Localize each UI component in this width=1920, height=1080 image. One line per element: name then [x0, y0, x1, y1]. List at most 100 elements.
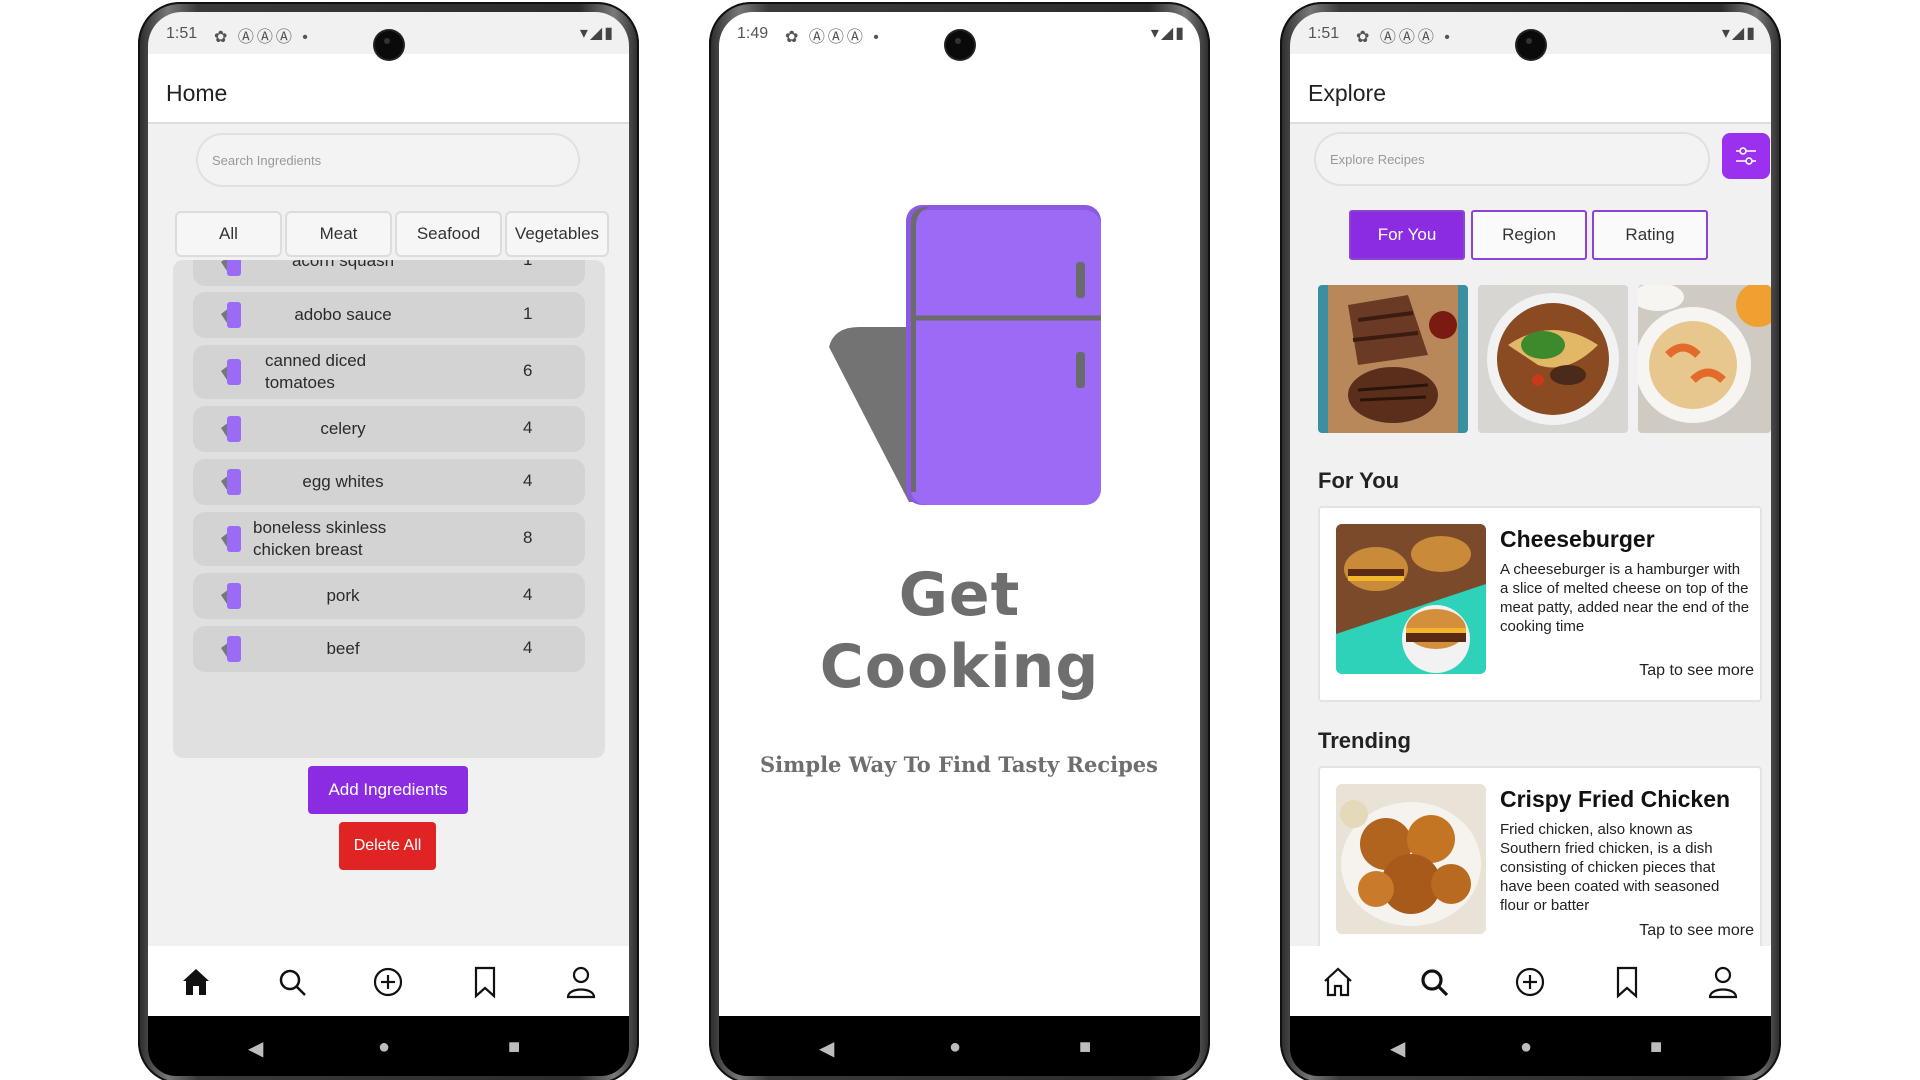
search-placeholder: Search Ingredients — [212, 152, 322, 168]
page-title: Explore — [1308, 80, 1386, 106]
item-qty: 8 — [523, 528, 533, 547]
tab-region[interactable]: Region — [1471, 210, 1587, 260]
item-qty: 4 — [523, 418, 533, 437]
home-icon[interactable] — [176, 962, 216, 1002]
recents-icon[interactable]: ■ — [508, 1036, 520, 1059]
home-circle-icon[interactable]: ● — [1520, 1036, 1532, 1059]
chip-label: Vegetables — [514, 224, 600, 243]
recipe-thumbnail-noodle-soup[interactable] — [1478, 285, 1628, 433]
bottom-nav — [148, 946, 629, 1018]
chip-seafood[interactable]: Seafood — [395, 211, 502, 257]
profile-icon[interactable] — [1703, 962, 1743, 1002]
front-camera — [374, 31, 403, 59]
item-name: boneless skinless chicken breast — [253, 518, 387, 559]
system-nav-bar: ◀ ● ■ — [148, 1016, 629, 1076]
recipe-card[interactable]: Cheeseburger A cheeseburger is a hamburg… — [1318, 506, 1762, 702]
item-name: beef — [326, 639, 360, 658]
splash-heading-line1: Get — [898, 560, 1021, 630]
ingredient-list[interactable]: acorn squash 1 adobo sauce 1 canned dice… — [173, 260, 605, 758]
recipe-description: Fried chicken, also known as Southern fr… — [1500, 821, 1720, 914]
list-item[interactable]: canned diced tomatoes 6 — [193, 345, 585, 399]
bookmark-icon[interactable] — [1607, 962, 1647, 1002]
fridge-icon — [221, 583, 241, 609]
delete-all-button[interactable]: Delete All — [339, 822, 436, 870]
item-qty: 6 — [523, 361, 533, 380]
fridge-icon — [221, 636, 241, 662]
system-nav-bar: ◀ ● ■ — [719, 1016, 1200, 1076]
section-title-trending: Trending — [1318, 728, 1411, 753]
list-item[interactable]: acorn squash 1 — [193, 260, 585, 286]
filter-button[interactable] — [1722, 133, 1770, 179]
list-item[interactable]: adobo sauce 1 — [193, 292, 585, 338]
see-more-link[interactable]: Tap to see more — [1639, 922, 1754, 940]
splash-screen: 1:49 ✿ ⒶⒶⒶ • ▾◢▮ Get Cooking Simple Way … — [719, 12, 1200, 1018]
fridge-icon — [221, 416, 241, 442]
add-ingredients-button[interactable]: Add Ingredients — [308, 766, 468, 814]
chip-meat[interactable]: Meat — [285, 211, 392, 257]
bookmark-icon[interactable] — [465, 962, 505, 1002]
status-notification-icons: ✿ ⒶⒶⒶ • — [214, 29, 311, 46]
add-circle-icon[interactable] — [368, 962, 408, 1002]
page-title: Home — [166, 80, 228, 106]
chip-label: Meat — [319, 224, 358, 243]
search-icon[interactable] — [1414, 962, 1454, 1002]
phone-explore: 1:51 ✿ ⒶⒶⒶ • ▾◢▮ Explore Explore Recipes… — [1280, 2, 1781, 1080]
section-title-for-you: For You — [1318, 468, 1400, 493]
item-qty: 4 — [523, 585, 533, 604]
fridge-icon — [221, 302, 241, 328]
back-icon[interactable]: ◀ — [819, 1036, 834, 1061]
add-circle-icon[interactable] — [1510, 962, 1550, 1002]
fridge-icon — [221, 359, 241, 385]
item-name: adobo sauce — [294, 305, 392, 324]
app-bar: Explore — [1290, 54, 1771, 124]
profile-icon[interactable] — [561, 962, 601, 1002]
explore-screen: 1:51 ✿ ⒶⒶⒶ • ▾◢▮ Explore Explore Recipes… — [1290, 12, 1771, 1018]
phone-home: 1:51 ✿ ⒶⒶⒶ • ▾◢▮ Home Search Ingredients… — [138, 2, 639, 1080]
list-item[interactable]: boneless skinless chicken breast 8 — [193, 512, 585, 566]
home-circle-icon[interactable]: ● — [378, 1036, 390, 1059]
item-name: acorn squash — [291, 260, 395, 270]
fridge-logo-icon — [829, 205, 1101, 505]
tab-label: Region — [1502, 225, 1556, 244]
chip-vegetables[interactable]: Vegetables — [505, 211, 609, 257]
list-item[interactable]: beef 4 — [193, 626, 585, 672]
see-more-link[interactable]: Tap to see more — [1639, 662, 1754, 680]
search-input[interactable]: Search Ingredients — [196, 133, 580, 187]
item-name: pork — [326, 586, 360, 605]
chip-all[interactable]: All — [175, 211, 282, 257]
fridge-icon — [221, 469, 241, 495]
home-screen: 1:51 ✿ ⒶⒶⒶ • ▾◢▮ Home Search Ingredients… — [148, 12, 629, 1018]
status-notification-icons: ✿ ⒶⒶⒶ • — [1356, 29, 1453, 46]
tab-for-you[interactable]: For You — [1349, 210, 1465, 260]
recipe-image — [1336, 784, 1486, 934]
list-item[interactable]: egg whites 4 — [193, 459, 585, 505]
status-notification-icons: ✿ ⒶⒶⒶ • — [785, 29, 882, 46]
back-icon[interactable]: ◀ — [1390, 1036, 1405, 1061]
recents-icon[interactable]: ■ — [1650, 1036, 1662, 1059]
recents-icon[interactable]: ■ — [1079, 1036, 1091, 1059]
home-icon[interactable] — [1318, 962, 1358, 1002]
recipe-thumbnail-shrimp-pasta[interactable] — [1638, 285, 1771, 433]
search-icon[interactable] — [272, 962, 312, 1002]
back-icon[interactable]: ◀ — [248, 1036, 263, 1061]
front-camera — [1516, 31, 1545, 59]
fridge-icon — [221, 260, 241, 276]
status-signal-battery-icons: ▾◢▮ — [1150, 25, 1186, 42]
recipe-card[interactable]: Crispy Fried Chicken Fried chicken, also… — [1318, 766, 1762, 962]
recipe-image — [1336, 524, 1486, 674]
status-time: 1:51 — [166, 25, 198, 42]
explore-search-input[interactable]: Explore Recipes — [1314, 132, 1710, 186]
list-item[interactable]: celery 4 — [193, 406, 585, 452]
front-camera — [945, 31, 974, 59]
status-signal-battery-icons: ▾◢▮ — [579, 25, 615, 42]
system-nav-bar: ◀ ● ■ — [1290, 1016, 1771, 1076]
list-item[interactable]: pork 4 — [193, 573, 585, 619]
item-name: celery — [320, 419, 366, 438]
item-name: egg whites — [302, 472, 384, 491]
recipe-title: Crispy Fried Chicken — [1500, 786, 1731, 812]
phone-splash: 1:49 ✿ ⒶⒶⒶ • ▾◢▮ Get Cooking Simple Way … — [709, 2, 1210, 1080]
recipe-thumbnail-steak[interactable] — [1318, 285, 1468, 433]
home-circle-icon[interactable]: ● — [949, 1036, 961, 1059]
tab-rating[interactable]: Rating — [1592, 210, 1708, 260]
status-time: 1:51 — [1308, 25, 1340, 42]
